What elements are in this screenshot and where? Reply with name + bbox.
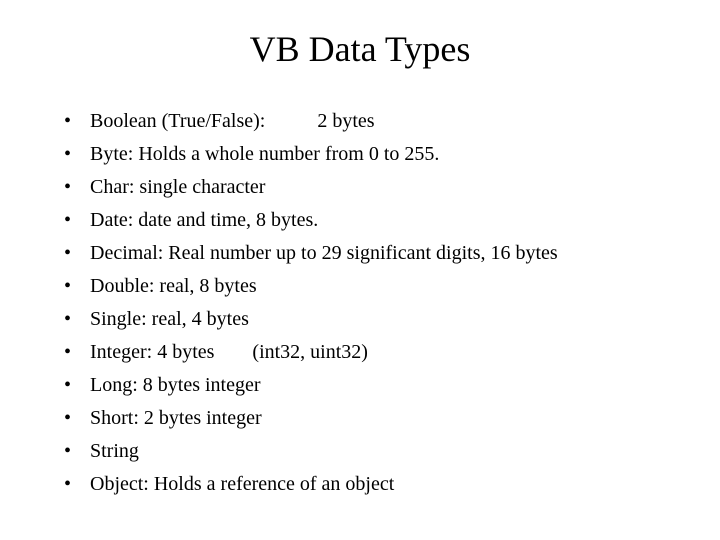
list-item: •Double: real, 8 bytes [60,273,680,300]
item-pre: Short: 2 bytes integer [90,407,262,429]
bullet-icon: • [60,273,90,300]
bullet-icon: • [60,372,90,399]
bullet-icon: • [60,306,90,333]
list-item: •Short: 2 bytes integer [60,405,680,432]
item-post: (int32, uint32) [252,341,368,363]
list-item: •Char: single character [60,174,680,201]
list-item: •Decimal: Real number up to 29 significa… [60,240,680,267]
item-text: Byte: Holds a whole number from 0 to 255… [90,141,680,168]
list-item: •Byte: Holds a whole number from 0 to 25… [60,141,680,168]
item-post: 2 bytes [317,110,374,132]
list-item: •Long: 8 bytes integer [60,372,680,399]
item-pre: Double: real, 8 bytes [90,275,257,297]
bullet-icon: • [60,141,90,168]
bullet-icon: • [60,207,90,234]
item-text: String [90,438,680,465]
list-item: •Date: date and time, 8 bytes. [60,207,680,234]
bullet-icon: • [60,471,90,498]
item-text: Long: 8 bytes integer [90,372,680,399]
item-pre: String [90,440,139,462]
page-title: VB Data Types [40,28,680,70]
item-pre: Date: date and time, 8 bytes. [90,209,318,231]
bullet-icon: • [60,438,90,465]
list-item: •Single: real, 4 bytes [60,306,680,333]
item-pre: Integer: 4 bytes [90,341,214,363]
list-item: •Integer: 4 bytes (int32, uint32) [60,339,680,366]
item-pre: Single: real, 4 bytes [90,308,249,330]
item-text: Decimal: Real number up to 29 significan… [90,240,680,267]
bullet-icon: • [60,339,90,366]
bullet-list: •Boolean (True/False):2 bytes•Byte: Hold… [40,108,680,498]
item-text: Integer: 4 bytes (int32, uint32) [90,339,680,366]
bullet-icon: • [60,174,90,201]
item-text: Single: real, 4 bytes [90,306,680,333]
item-text: Date: date and time, 8 bytes. [90,207,680,234]
item-pre: Object: Holds a reference of an object [90,473,394,495]
item-text: Boolean (True/False): 2 bytes [90,108,680,135]
item-text: Object: Holds a reference of an object [90,471,680,498]
list-item: •String [60,438,680,465]
item-pre: Char: single character [90,176,265,198]
item-text: Double: real, 8 bytes [90,273,680,300]
bullet-icon: • [60,240,90,267]
list-item: •Boolean (True/False): 2 bytes [60,108,680,135]
item-pre: Long: 8 bytes integer [90,374,261,396]
item-text: Short: 2 bytes integer [90,405,680,432]
item-pre: Boolean (True/False): [90,110,265,132]
bullet-icon: • [60,108,90,135]
item-text: Char: single character [90,174,680,201]
item-pre: Byte: Holds a whole number from 0 to 255… [90,143,439,165]
bullet-icon: • [60,405,90,432]
list-item: •Object: Holds a reference of an object [60,471,680,498]
item-pre: Decimal: Real number up to 29 significan… [90,242,558,264]
